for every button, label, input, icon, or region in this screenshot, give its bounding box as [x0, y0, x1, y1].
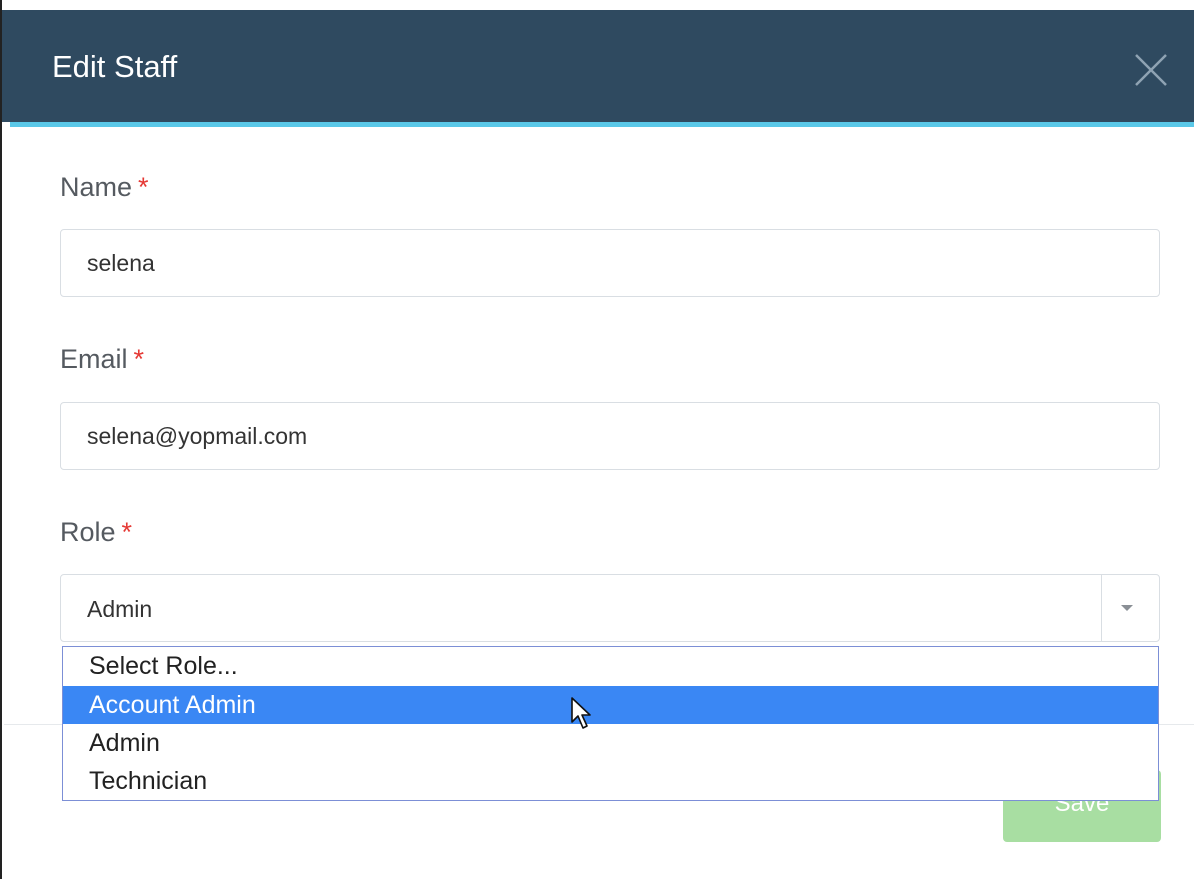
caret-down-icon[interactable] — [1119, 602, 1135, 614]
email-input[interactable] — [60, 402, 1160, 470]
email-label: Email * — [60, 344, 145, 374]
header-accent-bar — [10, 122, 1194, 127]
role-selected-value: Admin — [87, 596, 153, 622]
required-marker: * — [121, 517, 133, 547]
role-label: Role * — [60, 517, 133, 547]
role-option-admin[interactable]: Admin — [63, 724, 1158, 762]
close-icon — [1135, 54, 1167, 86]
name-input[interactable] — [60, 229, 1160, 297]
modal-title: Edit Staff — [52, 49, 178, 84]
select-divider — [1101, 575, 1102, 641]
modal-header — [2, 10, 1194, 122]
required-marker: * — [133, 344, 145, 374]
mouse-pointer-icon — [571, 697, 591, 729]
required-marker: * — [138, 172, 149, 202]
role-select[interactable]: Admin — [60, 574, 1160, 642]
role-option-account-admin[interactable]: Account Admin — [63, 686, 1158, 724]
edit-staff-modal: Edit Staff Name* Email* Role* Admin Save… — [0, 0, 1194, 879]
role-option-select-role[interactable]: Select Role... — [63, 647, 1158, 685]
role-option-technician[interactable]: Technician — [63, 762, 1158, 800]
name-label: Name * — [60, 172, 149, 202]
close-button[interactable] — [1130, 49, 1172, 91]
role-dropdown-list: Select Role... Account Admin Admin Techn… — [62, 646, 1159, 801]
